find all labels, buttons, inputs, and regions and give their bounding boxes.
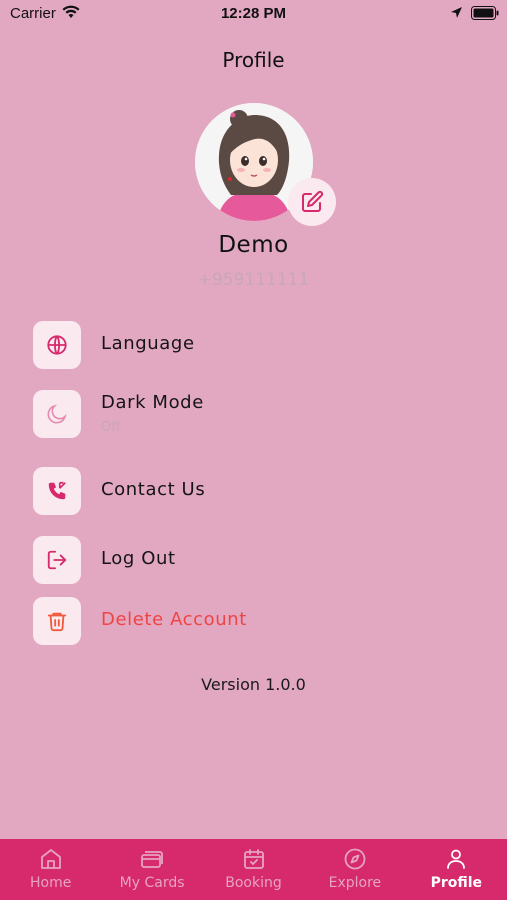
contact-icon-box [33,467,81,515]
user-icon [447,849,466,869]
tab-bar: Home My Cards Booking Explore Profile [0,839,507,900]
tab-label-my-cards: My Cards [119,875,185,891]
tab-label-booking: Booking [225,875,282,891]
menu-label-log-out: Log Out [101,548,176,569]
menu-item-delete-account[interactable]: Delete Account [33,597,473,647]
tab-profile[interactable]: Profile [406,839,507,900]
trash-icon [47,612,67,632]
status-bar: Carrier 12:28 PM [0,0,507,30]
phone-icon [48,481,66,500]
user-phone: +959111111 [197,270,310,290]
globe-icon [47,335,67,355]
battery-icon [471,6,499,20]
compass-icon [344,848,366,870]
menu-label-dark-mode: Dark Mode [101,392,204,413]
tab-label-profile: Profile [430,875,483,891]
menu-item-language[interactable]: Language [33,321,473,371]
menu-item-contact-us[interactable]: Contact Us [33,467,473,517]
location-arrow-icon [451,7,462,18]
edit-icon [302,190,324,212]
home-icon [40,849,61,869]
menu-label-language: Language [101,333,195,354]
edit-avatar-button[interactable] [288,178,336,226]
page-title: Profile [222,48,285,72]
language-icon-box [33,321,81,369]
menu-label-contact-us: Contact Us [101,479,206,500]
menu-item-log-out[interactable]: Log Out [33,536,473,586]
logout-icon [47,550,67,570]
menu-label-delete-account: Delete Account [101,609,247,630]
tab-label-explore: Explore [328,875,382,891]
menu-item-dark-mode[interactable]: Dark Mode Off [33,390,473,440]
dark-mode-icon-box [33,390,81,438]
tab-explore[interactable]: Explore [304,839,405,900]
tab-my-cards[interactable]: My Cards [101,839,202,900]
moon-icon [47,404,67,424]
tab-home[interactable]: Home [0,839,101,900]
dark-mode-value: Off [101,420,121,435]
version-label: Version 1.0.0 [201,675,306,694]
tab-booking[interactable]: Booking [203,839,304,900]
tab-label-home: Home [30,875,72,891]
delete-icon-box [33,597,81,645]
user-name: Demo [218,232,289,258]
calendar-icon [243,849,264,869]
logout-icon-box [33,536,81,584]
cards-icon [141,851,164,868]
clock: 12:28 PM [220,5,287,22]
